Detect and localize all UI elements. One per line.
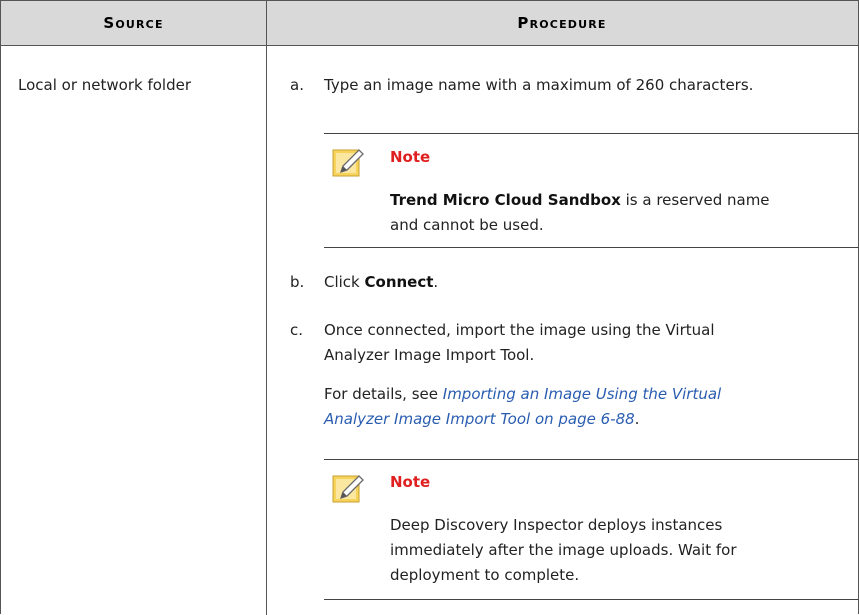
note-2-line3: deployment to complete. [390, 566, 580, 584]
note-2-bottom-rule [324, 599, 859, 600]
header-source: Source [103, 14, 164, 32]
step-a-letter: a. [290, 76, 304, 94]
step-b-letter: b. [290, 273, 305, 291]
note-1-line1-rest: is a reserved name [620, 191, 770, 209]
note-1-title: Note [390, 148, 431, 166]
details-link-line1[interactable]: Importing an Image Using the Virtual [443, 385, 721, 403]
details-text: For details, see Importing an Image Usin… [324, 382, 721, 432]
note-2-pencil-icon [332, 475, 364, 503]
details-prefix: For details, see [324, 385, 443, 403]
table-header: Source Procedure [1, 1, 858, 46]
details-suffix: . [634, 410, 640, 428]
note-1-top-rule [324, 133, 859, 134]
step-c-line2: Analyzer Image Import Tool. [324, 346, 535, 364]
note-2-title: Note [390, 473, 431, 491]
header-procedure: Procedure [517, 14, 607, 32]
note-2-text: Deep Discovery Inspector deploys instanc… [390, 513, 850, 588]
note-1-bold: Trend Micro Cloud Sandbox [390, 191, 621, 209]
step-c-line1: Once connected, import the image using t… [324, 321, 715, 339]
step-c-text: Once connected, import the image using t… [324, 318, 715, 368]
step-b-prefix: Click [324, 273, 365, 291]
note-2-top-rule [324, 459, 859, 460]
note-2-line2: immediately after the image uploads. Wai… [390, 541, 737, 559]
step-a-text: Type an image name with a maximum of 260… [324, 76, 754, 94]
procedure-table: Source Procedure Local or network folder… [0, 0, 859, 615]
step-b-text: Click Connect. [324, 270, 438, 295]
details-link-line2[interactable]: Analyzer Image Import Tool on page 6-88 [324, 410, 635, 428]
note-1-pencil-icon [332, 149, 364, 177]
note-1-bottom-rule [324, 247, 859, 248]
step-b-bold: Connect [364, 273, 434, 291]
note-2-line1: Deep Discovery Inspector deploys instanc… [390, 516, 723, 534]
step-c-letter: c. [290, 321, 304, 339]
note-1-line2: and cannot be used. [390, 216, 544, 234]
source-cell: Local or network folder [18, 76, 191, 94]
step-b-suffix: . [433, 273, 439, 291]
column-divider [266, 1, 267, 615]
note-1-text: Trend Micro Cloud Sandbox is a reserved … [390, 188, 850, 238]
